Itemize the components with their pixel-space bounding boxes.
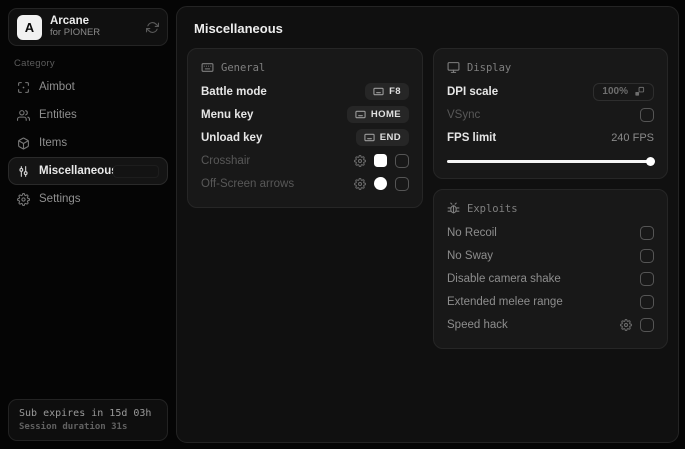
keybind-button-unload-key[interactable]: END <box>355 129 409 146</box>
category-label: Category <box>14 58 55 69</box>
keyboard-icon <box>355 109 366 120</box>
dpi-value: 100% <box>602 86 628 97</box>
setting-label: DPI scale <box>447 85 499 98</box>
disable-camera-shake-checkbox[interactable] <box>640 271 654 286</box>
setting-label: Disable camera shake <box>447 272 561 285</box>
setting-label: Menu key <box>201 108 254 121</box>
card-title: General <box>221 61 266 74</box>
setting-row-menu-key: Menu key HOME <box>201 103 409 126</box>
extended-melee-range-checkbox[interactable] <box>640 294 654 309</box>
gear-icon[interactable] <box>620 318 632 331</box>
sidebar-item-label: Aimbot <box>39 81 75 93</box>
setting-label: Speed hack <box>447 318 508 331</box>
display-card: Display DPI scale 100% VSync FPS limit 2… <box>433 48 668 179</box>
app-header-card: A Arcane for PIONER <box>8 8 168 46</box>
setting-label: Off-Screen arrows <box>201 177 295 190</box>
setting-label: No Sway <box>447 249 494 262</box>
sidebar-item-label: Entities <box>39 109 77 121</box>
crosshair-checkbox[interactable] <box>395 153 409 168</box>
offscreen-arrows-checkbox[interactable] <box>395 176 409 191</box>
sidebar-item-settings[interactable]: Settings <box>8 185 168 213</box>
fps-limit-value: 240 FPS <box>611 131 654 144</box>
keyboard-icon <box>201 61 214 74</box>
app-window: A Arcane for PIONER Category Aimbot Enti… <box>0 0 685 449</box>
setting-row-no-sway: No Sway <box>447 244 654 267</box>
monitor-icon <box>447 61 460 74</box>
subscription-status-card: Sub expires in 15d 03h Session duration … <box>8 399 168 441</box>
setting-row-dpi-scale: DPI scale 100% <box>447 80 654 103</box>
sidebar: A Arcane for PIONER Category Aimbot Enti… <box>0 0 176 449</box>
fps-limit-slider[interactable] <box>447 156 655 166</box>
sidebar-item-label: Miscellaneous <box>39 165 118 177</box>
setting-label: Crosshair <box>201 154 251 167</box>
keybind-button-menu-key[interactable]: HOME <box>346 106 409 123</box>
setting-label: Battle mode <box>201 85 267 98</box>
vsync-checkbox[interactable] <box>640 107 654 122</box>
setting-row-no-recoil: No Recoil <box>447 221 654 244</box>
sidebar-item-miscellaneous[interactable]: Miscellaneous <box>8 157 168 185</box>
color-swatch[interactable] <box>374 177 387 190</box>
dpi-scale-button[interactable]: 100% <box>593 82 654 101</box>
setting-row-unload-key: Unload key END <box>201 126 409 149</box>
app-subtitle: for PIONER <box>50 27 101 39</box>
setting-label: No Recoil <box>447 226 497 239</box>
active-item-hint <box>113 164 159 178</box>
sidebar-nav: Aimbot Entities Items Miscellaneous Sett… <box>8 73 168 213</box>
keyboard-icon <box>373 86 384 97</box>
keybind-value: HOME <box>370 109 401 120</box>
card-title: Display <box>467 61 512 74</box>
speed-hack-checkbox[interactable] <box>640 317 654 332</box>
sidebar-item-label: Settings <box>39 193 81 205</box>
setting-row-crosshair: Crosshair <box>201 149 409 172</box>
keybind-value: END <box>379 132 401 143</box>
setting-row-fps-limit: FPS limit 240 FPS <box>447 126 654 149</box>
scale-icon <box>634 86 645 97</box>
page-title: Miscellaneous <box>194 21 283 36</box>
sync-icon[interactable] <box>146 21 159 34</box>
sidebar-item-label: Items <box>39 137 68 149</box>
card-title: Exploits <box>467 202 518 215</box>
sidebar-item-aimbot[interactable]: Aimbot <box>8 73 168 101</box>
setting-row-vsync: VSync <box>447 103 654 126</box>
keybind-value: F8 <box>389 86 401 97</box>
fps-slider-knob[interactable] <box>646 156 655 166</box>
setting-label: Extended melee range <box>447 295 563 308</box>
setting-row-disable-camera-shake: Disable camera shake <box>447 267 654 290</box>
sub-expiry-text: Sub expires in 15d 03h <box>19 408 152 419</box>
keyboard-icon <box>364 132 375 143</box>
setting-row-offscreen-arrows: Off-Screen arrows <box>201 172 409 195</box>
setting-row-speed-hack: Speed hack <box>447 313 654 336</box>
keybind-button-battle-mode[interactable]: F8 <box>365 83 409 100</box>
no-recoil-checkbox[interactable] <box>640 225 654 240</box>
sidebar-item-entities[interactable]: Entities <box>8 101 168 129</box>
setting-label: VSync <box>447 108 481 121</box>
no-sway-checkbox[interactable] <box>640 248 654 263</box>
setting-label: Unload key <box>201 131 263 144</box>
crosshair-icon <box>17 81 30 94</box>
main-panel: Miscellaneous General Battle mode F8 Men… <box>176 6 679 443</box>
setting-row-battle-mode: Battle mode F8 <box>201 80 409 103</box>
gear-icon <box>17 192 30 206</box>
general-card: General Battle mode F8 Menu key HOME Unl… <box>187 48 423 208</box>
sliders-icon <box>17 165 30 178</box>
cube-icon <box>17 137 30 150</box>
fps-slider-fill <box>447 159 654 163</box>
setting-row-extended-melee-range: Extended melee range <box>447 290 654 313</box>
setting-label: FPS limit <box>447 131 497 144</box>
gear-icon[interactable] <box>354 177 366 190</box>
gear-icon[interactable] <box>354 154 366 167</box>
bug-icon <box>447 202 460 215</box>
session-duration-text: Session duration 31s <box>19 422 128 432</box>
sidebar-item-items[interactable]: Items <box>8 129 168 157</box>
app-logo: A <box>17 14 42 40</box>
exploits-card: Exploits No Recoil No Sway Disable camer… <box>433 189 668 349</box>
color-swatch[interactable] <box>374 154 387 167</box>
entities-icon <box>17 109 30 122</box>
